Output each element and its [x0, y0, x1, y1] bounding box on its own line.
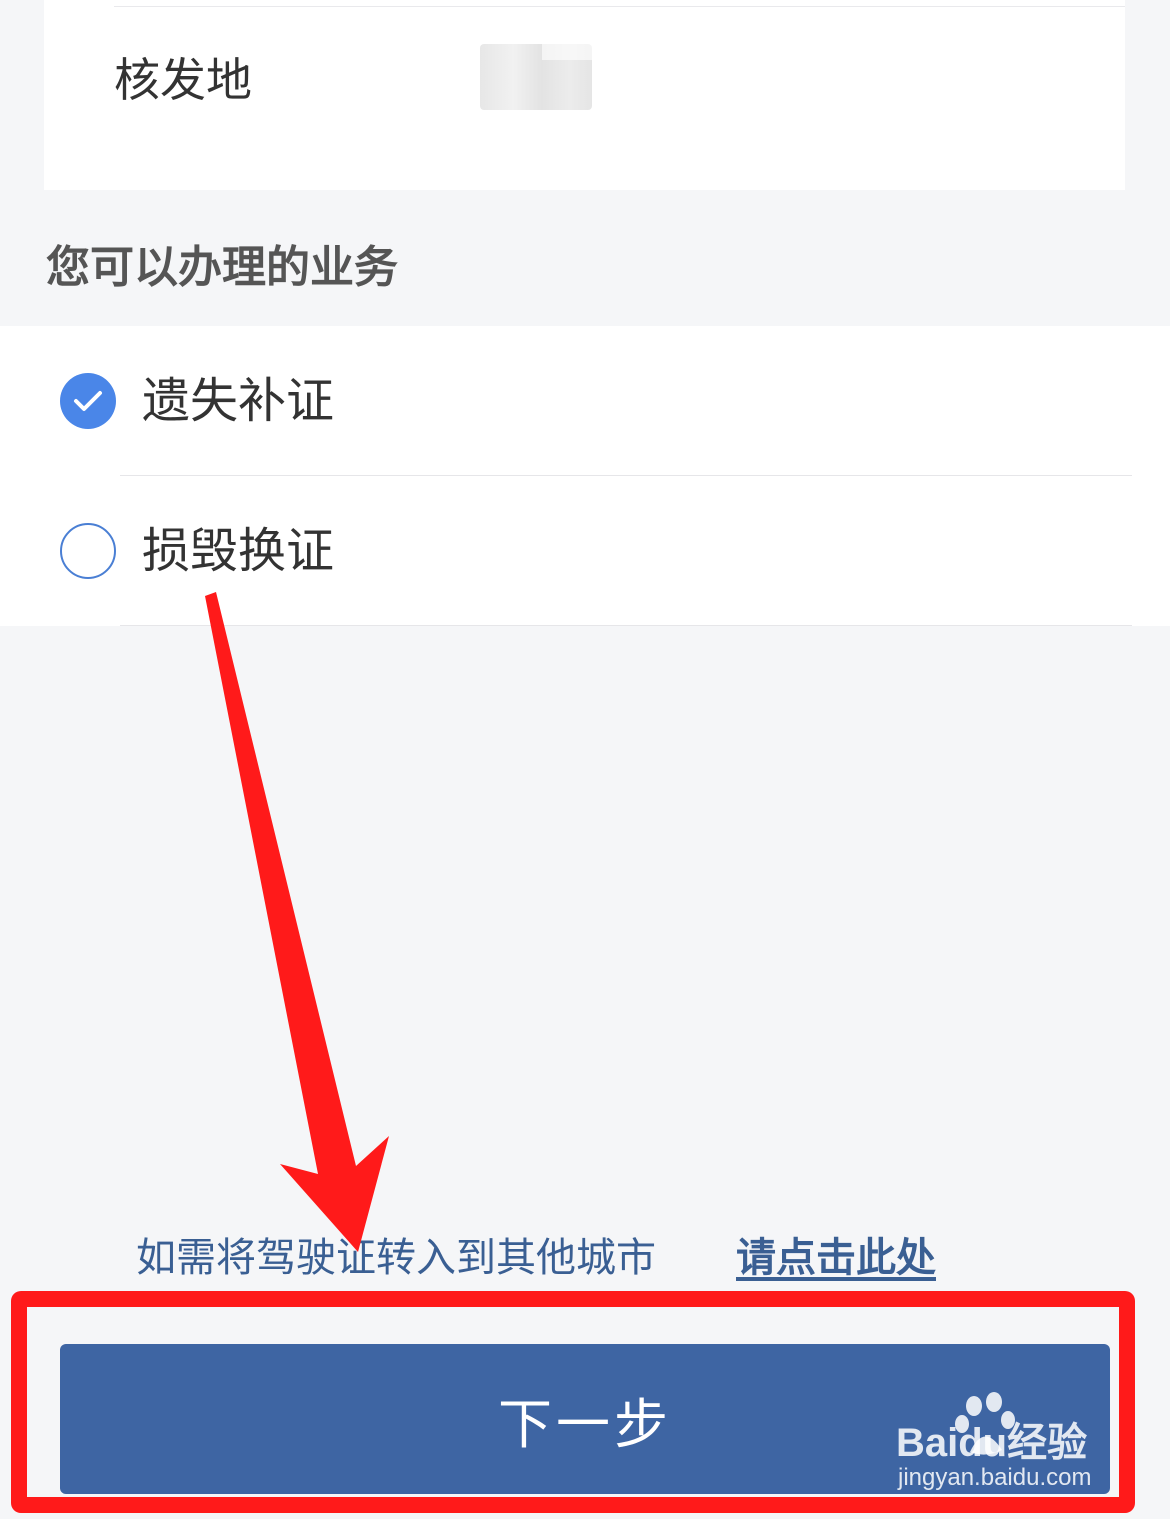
license-info-card: 核发地: [44, 0, 1125, 190]
divider: [120, 625, 1132, 626]
annotation-arrow-icon: [205, 592, 389, 1252]
next-step-button[interactable]: 下一步: [60, 1344, 1110, 1494]
next-step-label: 下一步: [498, 1392, 672, 1456]
radio-unchecked-icon[interactable]: [60, 523, 116, 579]
issue-place-value-redacted: [480, 44, 592, 110]
divider: [114, 6, 1125, 7]
option-damaged-replacement[interactable]: 损毁换证: [0, 476, 1170, 626]
option-label: 损毁换证: [142, 523, 335, 579]
services-options-list: 遗失补证 损毁换证: [0, 326, 1170, 626]
issue-place-label: 核发地: [114, 53, 252, 107]
option-label: 遗失补证: [142, 373, 335, 429]
option-lost-replacement[interactable]: 遗失补证: [0, 326, 1170, 476]
radio-checked-icon[interactable]: [60, 373, 116, 429]
transfer-link[interactable]: 请点击此处: [736, 1230, 936, 1286]
services-section-title: 您可以办理的业务: [46, 242, 398, 293]
transfer-hint-text: 如需将驾驶证转入到其他城市: [136, 1235, 656, 1281]
